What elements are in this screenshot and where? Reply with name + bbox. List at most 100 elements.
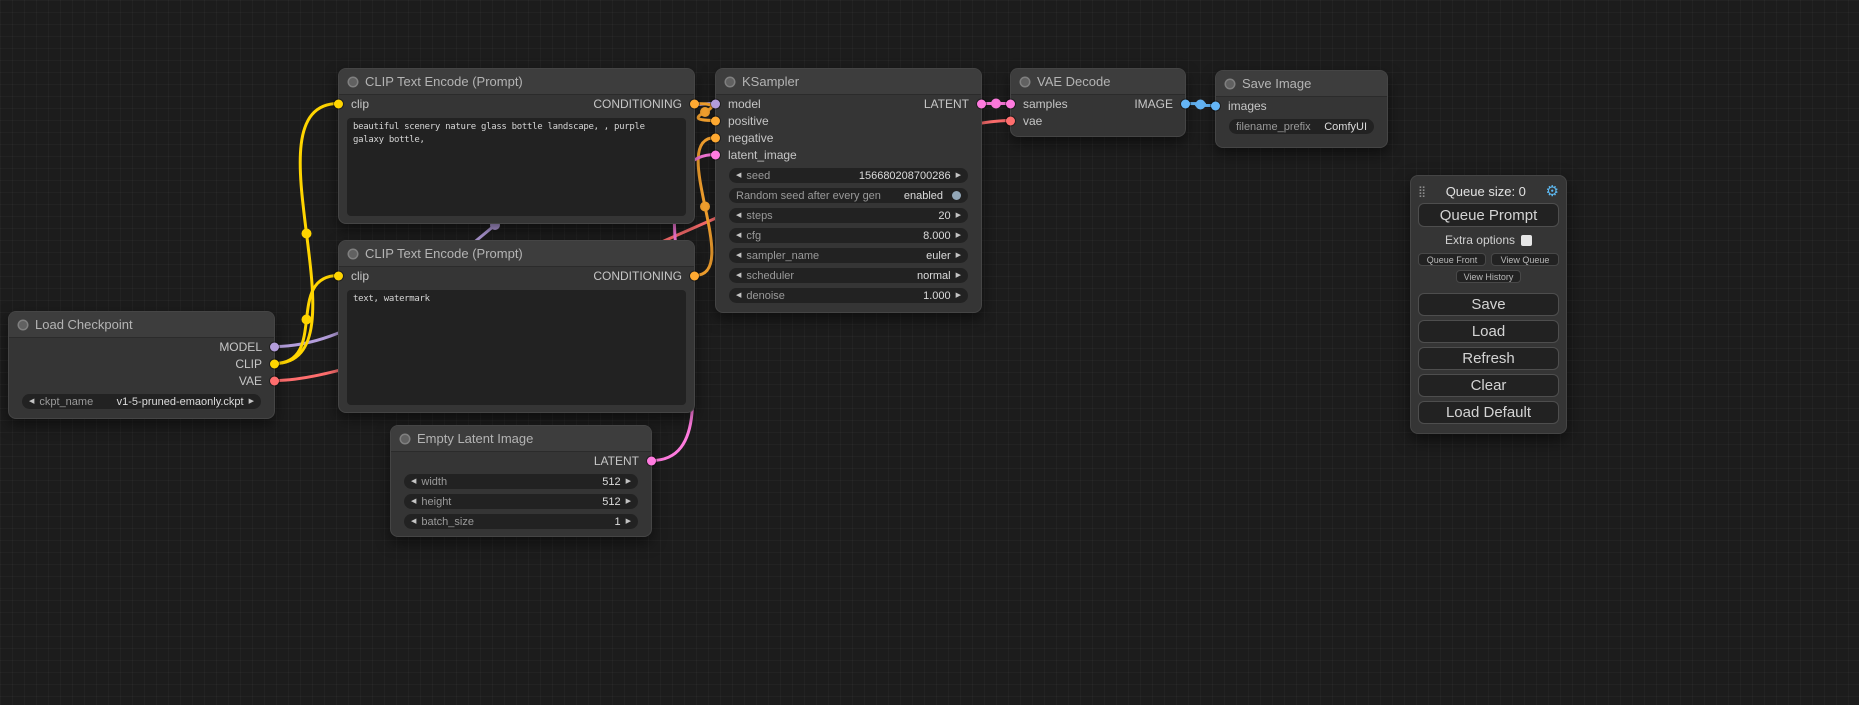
collapse-toggle-icon[interactable] xyxy=(726,78,734,86)
images-input-slot[interactable] xyxy=(1211,101,1220,110)
width-widget[interactable]: ◀ width 512 ▶ xyxy=(404,474,638,489)
view-queue-button[interactable]: View Queue xyxy=(1491,253,1559,266)
node-title-bar[interactable]: Load Checkpoint xyxy=(9,312,274,338)
prev-value-icon[interactable]: ◀ xyxy=(29,398,34,405)
samples-input-slot[interactable] xyxy=(1006,99,1015,108)
save-button[interactable]: Save xyxy=(1418,293,1559,316)
input-label: clip xyxy=(351,269,369,283)
model-output-slot[interactable] xyxy=(270,342,279,351)
height-widget[interactable]: ◀ height 512 ▶ xyxy=(404,494,638,509)
image-output-slot[interactable] xyxy=(1181,99,1190,108)
next-value-icon[interactable]: ▶ xyxy=(956,292,961,299)
output-label: CONDITIONING xyxy=(593,269,682,283)
prev-value-icon[interactable]: ◀ xyxy=(736,252,741,259)
clip-output-slot[interactable] xyxy=(270,359,279,368)
collapse-toggle-icon[interactable] xyxy=(349,78,357,86)
clear-button[interactable]: Clear xyxy=(1418,374,1559,397)
latent-output-slot[interactable] xyxy=(977,99,986,108)
node-title: Load Checkpoint xyxy=(35,317,133,332)
widget-label: filename_prefix xyxy=(1236,121,1311,133)
prev-value-icon[interactable]: ◀ xyxy=(736,232,741,239)
next-value-icon[interactable]: ▶ xyxy=(956,272,961,279)
view-history-button[interactable]: View History xyxy=(1456,270,1522,283)
node-title-bar[interactable]: CLIP Text Encode (Prompt) xyxy=(339,241,694,267)
next-value-icon[interactable]: ▶ xyxy=(626,498,631,505)
next-value-icon[interactable]: ▶ xyxy=(956,232,961,239)
widget-value: euler xyxy=(926,250,950,262)
collapse-toggle-icon[interactable] xyxy=(401,435,409,443)
next-value-icon[interactable]: ▶ xyxy=(956,212,961,219)
denoise-widget[interactable]: ◀ denoise 1.000 ▶ xyxy=(729,288,968,303)
seed-widget[interactable]: ◀ seed 156680208700286 ▶ xyxy=(729,168,968,183)
collapse-toggle-icon[interactable] xyxy=(1021,78,1029,86)
negative-prompt-textarea[interactable]: text, watermark xyxy=(347,290,686,405)
positive-input-slot[interactable] xyxy=(711,116,720,125)
vae-output-slot[interactable] xyxy=(270,376,279,385)
output-slot-row: VAE xyxy=(9,372,274,389)
refresh-button[interactable]: Refresh xyxy=(1418,347,1559,370)
clip-input-slot[interactable] xyxy=(334,99,343,108)
node-title-bar[interactable]: Empty Latent Image xyxy=(391,426,651,452)
queue-buttons-row: Queue Front View Queue xyxy=(1418,253,1559,266)
latent-image-input-slot[interactable] xyxy=(711,150,720,159)
node-vae-decode[interactable]: VAE Decode samples IMAGE vae xyxy=(1010,68,1186,137)
node-title-bar[interactable]: VAE Decode xyxy=(1011,69,1185,95)
conditioning-output-slot[interactable] xyxy=(690,271,699,280)
node-title-bar[interactable]: KSampler xyxy=(716,69,981,95)
widget-label: width xyxy=(421,476,447,488)
positive-prompt-textarea[interactable]: beautiful scenery nature glass bottle la… xyxy=(347,118,686,216)
node-clip-text-encode-negative[interactable]: CLIP Text Encode (Prompt) clip CONDITION… xyxy=(338,240,695,413)
latent-output-slot[interactable] xyxy=(647,456,656,465)
node-title-bar[interactable]: Save Image xyxy=(1216,71,1387,97)
collapse-toggle-icon[interactable] xyxy=(1226,80,1234,88)
sampler-name-widget[interactable]: ◀ sampler_name euler ▶ xyxy=(729,248,968,263)
random-seed-toggle-widget[interactable]: Random seed after every gen enabled xyxy=(729,188,968,203)
cfg-widget[interactable]: ◀ cfg 8.000 ▶ xyxy=(729,228,968,243)
settings-gear-icon[interactable]: ⚙ xyxy=(1546,182,1559,200)
next-value-icon[interactable]: ▶ xyxy=(626,478,631,485)
negative-input-slot[interactable] xyxy=(711,133,720,142)
load-button[interactable]: Load xyxy=(1418,320,1559,343)
prev-value-icon[interactable]: ◀ xyxy=(411,518,416,525)
collapse-toggle-icon[interactable] xyxy=(349,250,357,258)
scheduler-widget[interactable]: ◀ scheduler normal ▶ xyxy=(729,268,968,283)
node-title-bar[interactable]: CLIP Text Encode (Prompt) xyxy=(339,69,694,95)
node-load-checkpoint[interactable]: Load Checkpoint MODEL CLIP VAE ◀ ckpt_na… xyxy=(8,311,275,419)
steps-widget[interactable]: ◀ steps 20 ▶ xyxy=(729,208,968,223)
collapse-toggle-icon[interactable] xyxy=(19,321,27,329)
node-save-image[interactable]: Save Image images filename_prefix ComfyU… xyxy=(1215,70,1388,148)
filename-prefix-widget[interactable]: filename_prefix ComfyUI xyxy=(1229,119,1374,134)
next-value-icon[interactable]: ▶ xyxy=(249,398,254,405)
prev-value-icon[interactable]: ◀ xyxy=(411,498,416,505)
prev-value-icon[interactable]: ◀ xyxy=(736,292,741,299)
model-input-slot[interactable] xyxy=(711,99,720,108)
node-clip-text-encode-positive[interactable]: CLIP Text Encode (Prompt) clip CONDITION… xyxy=(338,68,695,224)
clip-input-slot[interactable] xyxy=(334,271,343,280)
prev-value-icon[interactable]: ◀ xyxy=(736,172,741,179)
node-title: KSampler xyxy=(742,74,799,89)
graph-canvas[interactable]: Load Checkpoint MODEL CLIP VAE ◀ ckpt_na… xyxy=(0,0,1859,705)
next-value-icon[interactable]: ▶ xyxy=(626,518,631,525)
widget-value: v1-5-pruned-emaonly.ckpt xyxy=(117,396,244,408)
node-empty-latent-image[interactable]: Empty Latent Image LATENT ◀ width 512 ▶ … xyxy=(390,425,652,537)
prev-value-icon[interactable]: ◀ xyxy=(736,212,741,219)
extra-options-checkbox[interactable] xyxy=(1521,235,1532,246)
prev-value-icon[interactable]: ◀ xyxy=(736,272,741,279)
load-default-button[interactable]: Load Default xyxy=(1418,401,1559,424)
vae-input-slot[interactable] xyxy=(1006,116,1015,125)
queue-front-button[interactable]: Queue Front xyxy=(1418,253,1486,266)
conditioning-output-slot[interactable] xyxy=(690,99,699,108)
slot-row: images xyxy=(1216,97,1387,114)
prev-value-icon[interactable]: ◀ xyxy=(411,478,416,485)
batch-size-widget[interactable]: ◀ batch_size 1 ▶ xyxy=(404,514,638,529)
toggle-indicator-icon[interactable] xyxy=(952,191,961,200)
next-value-icon[interactable]: ▶ xyxy=(956,252,961,259)
node-ksampler[interactable]: KSampler model LATENT positive negative … xyxy=(715,68,982,313)
queue-prompt-button[interactable]: Queue Prompt xyxy=(1418,203,1559,227)
drag-handle-icon[interactable]: ⣿ xyxy=(1418,185,1426,198)
output-label: CLIP xyxy=(235,357,262,371)
widget-label: ckpt_name xyxy=(39,396,93,408)
slot-row: vae xyxy=(1011,112,1185,129)
next-value-icon[interactable]: ▶ xyxy=(956,172,961,179)
ckpt-name-widget[interactable]: ◀ ckpt_name v1-5-pruned-emaonly.ckpt ▶ xyxy=(22,394,261,409)
